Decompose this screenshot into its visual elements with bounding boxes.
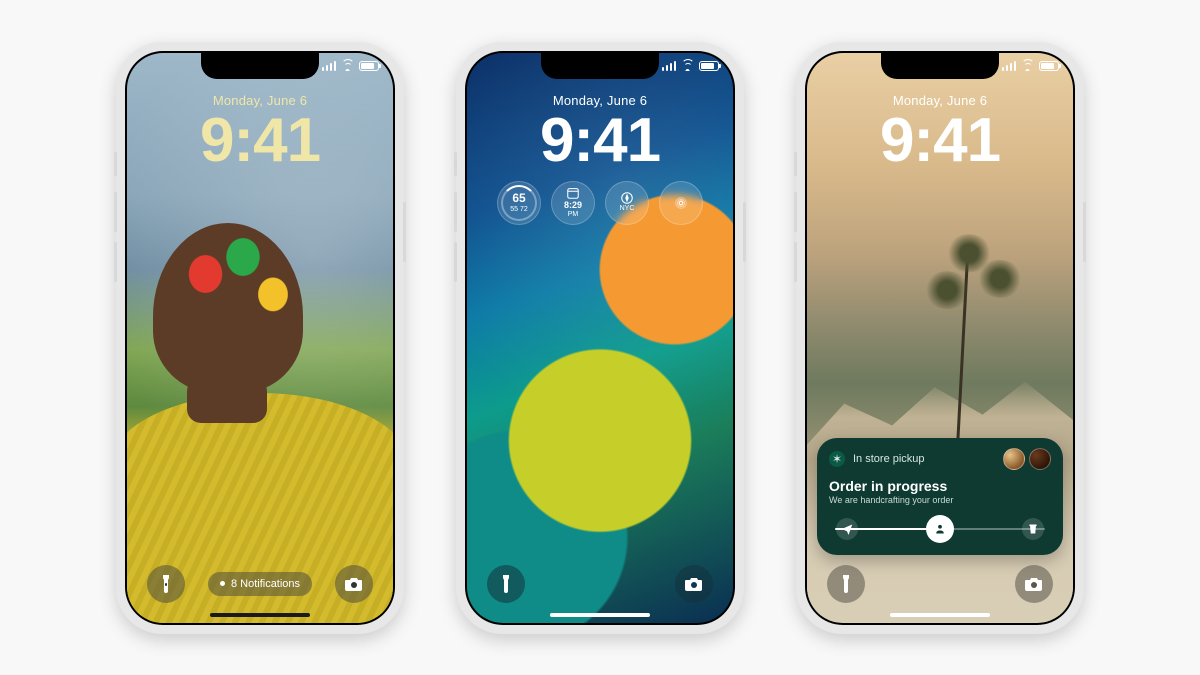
lockscreen-time: 9:41 xyxy=(467,110,733,172)
order-progress xyxy=(829,515,1051,543)
dot-icon xyxy=(220,581,225,586)
barista-icon xyxy=(934,523,946,535)
notifications-pill[interactable]: 8 Notifications xyxy=(208,572,312,596)
calendar-widget[interactable]: 8:29 PM xyxy=(551,181,595,225)
lockscreen-time: 9:41 xyxy=(807,110,1073,172)
lockscreen-time: 9:41 xyxy=(127,110,393,172)
camera-button[interactable] xyxy=(1015,565,1053,603)
world-clock-label: NYC xyxy=(620,205,635,213)
calendar-suffix: PM xyxy=(568,211,579,219)
phone-c-screen[interactable]: Monday, June 6 9:41 ✶ In store pickup Or… xyxy=(807,53,1073,623)
notifications-label: 8 Notifications xyxy=(231,578,300,590)
wifi-icon xyxy=(1021,61,1034,71)
flashlight-icon xyxy=(499,575,513,593)
notch xyxy=(541,53,659,79)
phone-b-frame: Monday, June 6 9:41 65 55 72 8:29 PM xyxy=(456,42,744,634)
calendar-time: 8:29 xyxy=(564,200,582,211)
flashlight-button[interactable] xyxy=(147,565,185,603)
wifi-icon xyxy=(681,61,694,71)
live-activity-merchant: In store pickup xyxy=(853,453,925,465)
calendar-icon xyxy=(566,186,580,200)
compass-icon xyxy=(620,191,634,205)
camera-icon xyxy=(1025,577,1043,591)
flashlight-button[interactable] xyxy=(487,565,525,603)
home-indicator[interactable] xyxy=(210,613,310,617)
camera-icon xyxy=(345,577,363,591)
progress-step-ready xyxy=(1022,518,1044,540)
widget-row: 65 55 72 8:29 PM NYC xyxy=(467,181,733,225)
order-item-thumb xyxy=(1029,448,1051,470)
signal-icon xyxy=(322,61,337,71)
notch xyxy=(881,53,999,79)
progress-step-preparing xyxy=(926,515,954,543)
flashlight-button[interactable] xyxy=(827,565,865,603)
phone-lineup: Monday, June 6 9:41 8 Notifications xyxy=(0,0,1200,675)
gauge-ring-icon xyxy=(501,185,537,221)
camera-button[interactable] xyxy=(335,565,373,603)
live-activity-subtitle: We are handcrafting your order xyxy=(829,495,1051,505)
phone-c-frame: Monday, June 6 9:41 ✶ In store pickup Or… xyxy=(796,42,1084,634)
order-item-thumb xyxy=(1003,448,1025,470)
live-activity-card[interactable]: ✶ In store pickup Order in progress We a… xyxy=(817,438,1063,555)
camera-icon xyxy=(685,577,703,591)
battery-icon xyxy=(699,61,719,71)
phone-a-frame: Monday, June 6 9:41 8 Notifications xyxy=(116,42,404,634)
battery-icon xyxy=(359,61,379,71)
starbucks-icon: ✶ xyxy=(829,451,845,467)
battery-icon xyxy=(1039,61,1059,71)
signal-icon xyxy=(1002,61,1017,71)
flashlight-icon xyxy=(159,575,173,593)
phone-b-screen[interactable]: Monday, June 6 9:41 65 55 72 8:29 PM xyxy=(467,53,733,623)
wifi-icon xyxy=(341,61,354,71)
signal-icon xyxy=(662,61,677,71)
activity-widget[interactable] xyxy=(659,181,703,225)
notch xyxy=(201,53,319,79)
status-bar xyxy=(322,61,380,71)
world-clock-widget[interactable]: NYC xyxy=(605,181,649,225)
cup-icon xyxy=(1027,523,1039,535)
home-indicator[interactable] xyxy=(890,613,990,617)
progress-step-sent xyxy=(836,518,858,540)
send-icon xyxy=(841,523,853,535)
home-indicator[interactable] xyxy=(550,613,650,617)
phone-a-screen[interactable]: Monday, June 6 9:41 8 Notifications xyxy=(127,53,393,623)
status-bar xyxy=(1002,61,1060,71)
wallpaper-subject-head xyxy=(153,223,303,393)
camera-button[interactable] xyxy=(675,565,713,603)
live-activity-title: Order in progress xyxy=(829,478,1051,494)
activity-rings-icon xyxy=(674,196,688,210)
flashlight-icon xyxy=(839,575,853,593)
status-bar xyxy=(662,61,720,71)
weather-widget[interactable]: 65 55 72 xyxy=(497,181,541,225)
